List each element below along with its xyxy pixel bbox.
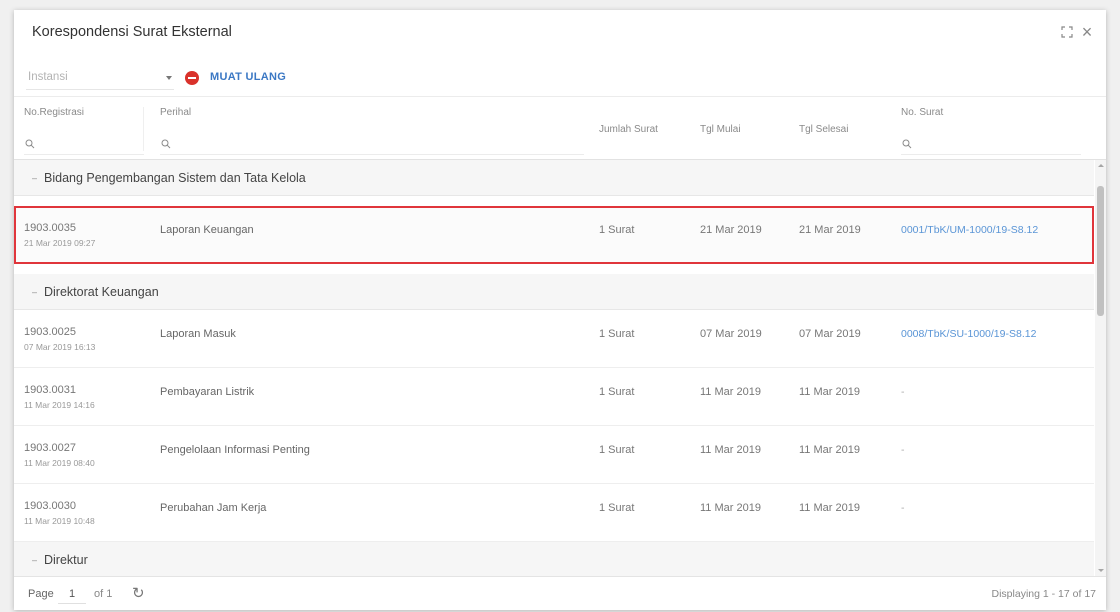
cell-tgl-mulai: 11 Mar 2019: [700, 386, 761, 398]
group-header[interactable]: – Bidang Pengembangan Sistem dan Tata Ke…: [14, 160, 1094, 196]
page-label: Page: [28, 588, 54, 600]
cell-no-registrasi: 1903.0031: [24, 384, 76, 396]
cell-registration-datetime: 11 Mar 2019 10:48: [24, 516, 95, 526]
chevron-down-icon: [166, 76, 172, 80]
table-row[interactable]: 1903.0027 11 Mar 2019 08:40 Pengelolaan …: [14, 426, 1094, 484]
scroll-up-icon[interactable]: [1098, 164, 1104, 167]
page-number-input[interactable]: 1: [58, 584, 86, 604]
cell-tgl-mulai: 11 Mar 2019: [700, 502, 761, 514]
cell-tgl-selesai: 11 Mar 2019: [799, 386, 860, 398]
window-titlebar: Korespondensi Surat Eksternal ×: [14, 10, 1106, 58]
group-header[interactable]: – Direktur: [14, 542, 1094, 576]
cell-jumlah-surat: 1 Surat: [599, 502, 635, 514]
cell-no-surat: -: [901, 444, 905, 456]
cell-registration-datetime: 21 Mar 2019 09:27: [24, 238, 96, 248]
collapse-icon[interactable]: –: [32, 173, 37, 183]
cell-jumlah-surat: 1 Surat: [599, 224, 635, 236]
column-label-jumlah-surat: Jumlah Surat: [599, 124, 658, 135]
table-row[interactable]: 1903.0030 11 Mar 2019 10:48 Perubahan Ja…: [14, 484, 1094, 542]
cell-no-registrasi: 1903.0025: [24, 326, 76, 338]
cell-no-surat: -: [901, 386, 905, 398]
table-row[interactable]: 1903.0035 21 Mar 2019 09:27 Laporan Keua…: [14, 206, 1094, 264]
instansi-combobox[interactable]: Instansi: [26, 64, 174, 90]
collapse-icon[interactable]: –: [32, 287, 37, 297]
reload-button[interactable]: MUAT ULANG: [210, 71, 286, 83]
cell-no-registrasi: 1903.0027: [24, 442, 76, 454]
table-row[interactable]: 1903.0031 11 Mar 2019 14:16 Pembayaran L…: [14, 368, 1094, 426]
instansi-placeholder: Instansi: [28, 71, 68, 83]
cell-perihal: Laporan Masuk: [160, 328, 236, 340]
close-icon[interactable]: ×: [1078, 22, 1096, 42]
column-header-jumlah-surat[interactable]: Jumlah Surat: [599, 97, 689, 161]
scrollbar-thumb[interactable]: [1097, 186, 1104, 316]
cell-tgl-selesai: 11 Mar 2019: [799, 444, 860, 456]
cell-no-registrasi: 1903.0035: [24, 222, 76, 234]
cell-tgl-mulai: 07 Mar 2019: [700, 328, 762, 340]
maximize-icon[interactable]: [1058, 23, 1076, 41]
page-total-label: of 1: [94, 588, 113, 600]
grid-body: – Bidang Pengembangan Sistem dan Tata Ke…: [14, 160, 1094, 576]
no-surat-filter-input[interactable]: [901, 135, 1081, 155]
window-title: Korespondensi Surat Eksternal: [32, 24, 232, 40]
cell-perihal: Pengelolaan Informasi Penting: [160, 444, 310, 456]
column-header-tgl-mulai[interactable]: Tgl Mulai: [700, 97, 790, 161]
cell-tgl-mulai: 11 Mar 2019: [700, 444, 761, 456]
cell-tgl-selesai: 11 Mar 2019: [799, 502, 860, 514]
toolbar: Instansi MUAT ULANG: [14, 58, 1106, 96]
cell-perihal: Perubahan Jam Kerja: [160, 502, 267, 514]
displaying-count: Displaying 1 - 17 of 17: [991, 588, 1096, 600]
no-registrasi-filter-input[interactable]: [24, 135, 144, 155]
column-label-tgl-mulai: Tgl Mulai: [700, 124, 741, 135]
vertical-scrollbar[interactable]: [1095, 160, 1106, 576]
cell-registration-datetime: 11 Mar 2019 08:40: [24, 458, 95, 468]
column-label-perihal: Perihal: [160, 107, 192, 118]
cell-no-surat-link[interactable]: 0008/TbK/SU-1000/19-S8.12: [901, 328, 1036, 340]
column-label-no-surat: No. Surat: [901, 107, 944, 118]
column-label-tgl-selesai: Tgl Selesai: [799, 124, 849, 135]
grid-header: No.Registrasi Perihal Jumlah Surat Tgl M…: [14, 96, 1106, 160]
cell-no-surat: -: [901, 502, 905, 514]
cell-jumlah-surat: 1 Surat: [599, 444, 635, 456]
scroll-down-icon[interactable]: [1098, 569, 1104, 572]
correspondence-window: Korespondensi Surat Eksternal × Instansi…: [14, 10, 1106, 610]
cell-jumlah-surat: 1 Surat: [599, 386, 635, 398]
paging-toolbar: Page 1 of 1 ↻ Displaying 1 - 17 of 17: [14, 576, 1106, 610]
cell-no-registrasi: 1903.0030: [24, 500, 76, 512]
search-icon: [902, 139, 912, 149]
group-label: Direktorat Keuangan: [44, 285, 159, 299]
column-separator: [143, 107, 144, 151]
cell-tgl-mulai: 21 Mar 2019: [700, 224, 762, 236]
cell-perihal: Laporan Keuangan: [160, 224, 254, 236]
refresh-icon[interactable]: ↻: [132, 584, 145, 602]
perihal-filter-input[interactable]: [160, 135, 584, 155]
search-icon: [161, 139, 171, 149]
group-header[interactable]: – Direktorat Keuangan: [14, 274, 1094, 310]
column-header-no-surat[interactable]: No. Surat: [901, 97, 1081, 161]
search-icon: [25, 139, 35, 149]
cell-tgl-selesai: 21 Mar 2019: [799, 224, 861, 236]
table-row[interactable]: 1903.0025 07 Mar 2019 16:13 Laporan Masu…: [14, 310, 1094, 368]
cell-perihal: Pembayaran Listrik: [160, 386, 255, 398]
group-label: Direktur: [44, 553, 88, 567]
column-header-no-registrasi[interactable]: No.Registrasi: [24, 97, 144, 161]
cell-registration-datetime: 07 Mar 2019 16:13: [24, 342, 96, 352]
cell-registration-datetime: 11 Mar 2019 14:16: [24, 400, 95, 410]
cell-jumlah-surat: 1 Surat: [599, 328, 635, 340]
column-label-no-registrasi: No.Registrasi: [24, 107, 85, 118]
remove-filter-icon[interactable]: [185, 71, 199, 85]
cell-no-surat-link[interactable]: 0001/TbK/UM-1000/19-S8.12: [901, 224, 1038, 236]
group-label: Bidang Pengembangan Sistem dan Tata Kelo…: [44, 171, 306, 185]
column-header-tgl-selesai[interactable]: Tgl Selesai: [799, 97, 889, 161]
column-header-perihal[interactable]: Perihal: [160, 97, 584, 161]
collapse-icon[interactable]: –: [32, 555, 37, 565]
cell-tgl-selesai: 07 Mar 2019: [799, 328, 861, 340]
